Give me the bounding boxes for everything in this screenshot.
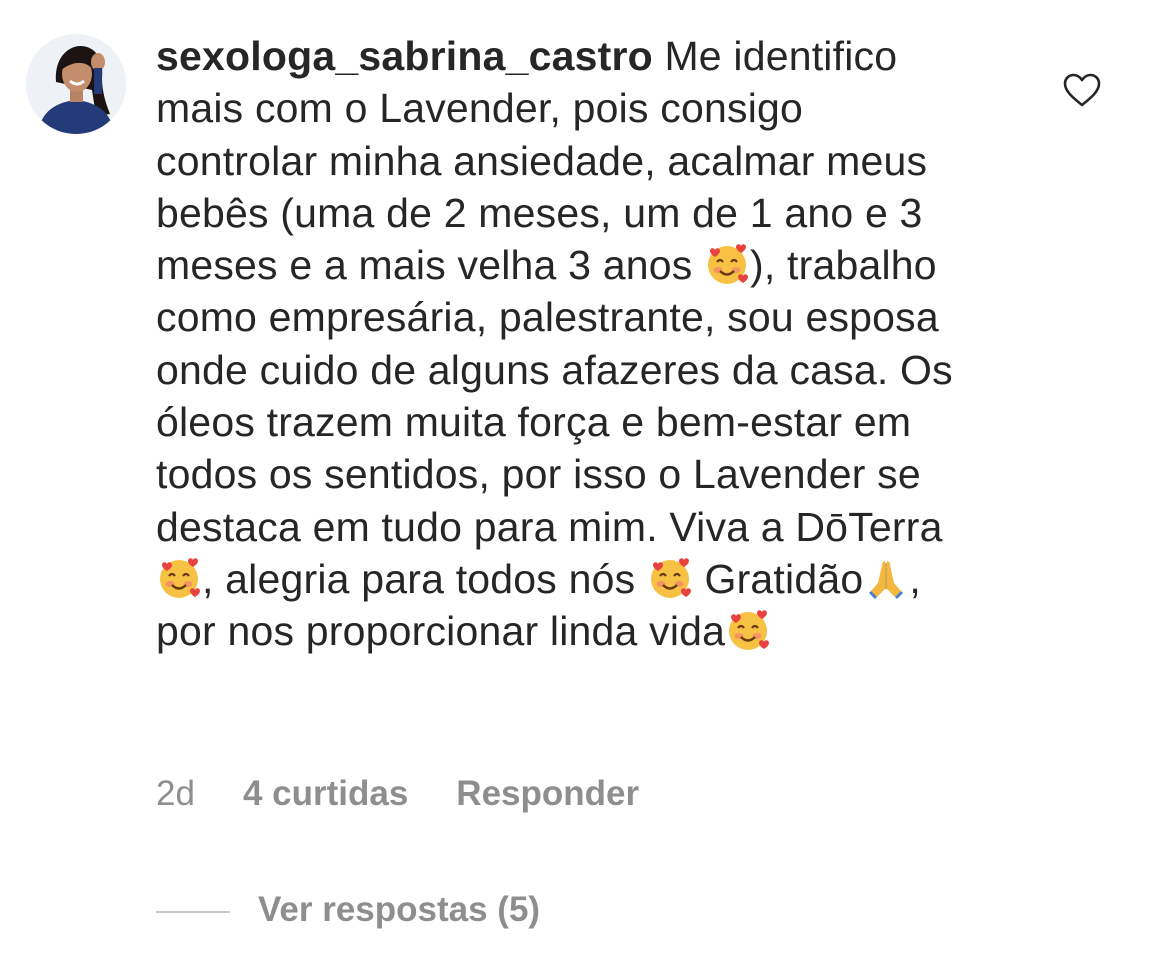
comment-time: 2d (156, 774, 195, 813)
comment-meta: 2d 4 curtidas Responder (156, 772, 687, 816)
view-replies-button[interactable]: Ver respostas (5) (156, 888, 540, 932)
likes-count[interactable]: 4 curtidas (243, 774, 408, 813)
comment-text: sexologa_sabrina_castro Me identifico ma… (156, 30, 956, 658)
avatar[interactable] (26, 34, 126, 134)
folded-hands-emoji (863, 555, 909, 601)
replies-divider (156, 910, 230, 913)
comment-text-segment: ), trabalho como empresária, palestrante… (156, 242, 953, 550)
smiling-face-with-hearts-emoji (156, 555, 202, 601)
reply-button[interactable]: Responder (456, 774, 639, 813)
heart-outline-icon[interactable] (1062, 72, 1102, 108)
username[interactable]: sexologa_sabrina_castro (156, 33, 653, 79)
smiling-face-with-hearts-emoji (704, 241, 750, 287)
avatar-photo-icon (26, 34, 126, 134)
comment-text-segment: Gratidão (692, 555, 864, 602)
smiling-face-with-hearts-emoji (725, 607, 771, 653)
comment: sexologa_sabrina_castro Me identifico ma… (0, 0, 1168, 968)
comment-text-segment: , alegria para todos nós (202, 555, 647, 602)
smiling-face-with-hearts-emoji (647, 555, 693, 601)
view-replies-label: Ver respostas (5) (258, 890, 541, 929)
